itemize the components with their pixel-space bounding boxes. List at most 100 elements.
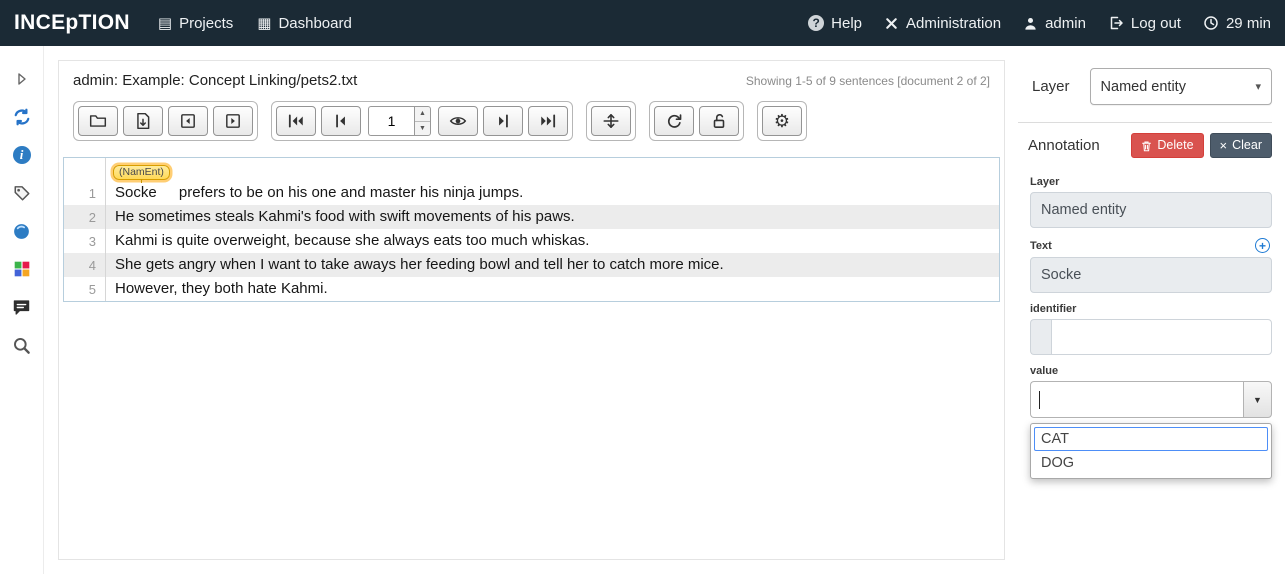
annotation-label[interactable]: (NamEnt): [113, 165, 170, 180]
nav-projects[interactable]: ▤ Projects: [158, 15, 233, 32]
grid-icon: ▦: [257, 16, 271, 31]
folder-open-icon: [89, 112, 107, 130]
field-text-input: [1030, 257, 1272, 293]
annotation-header: Annotation Delete × Clear: [1018, 133, 1272, 164]
tag-icon: [13, 184, 31, 202]
last-page-button[interactable]: [528, 106, 568, 136]
prev-doc-icon: [179, 112, 197, 130]
next-page-button[interactable]: [483, 106, 523, 136]
next-doc-icon: [224, 112, 242, 130]
image-panel-button[interactable]: [9, 256, 35, 282]
value-combobox-input[interactable]: [1030, 381, 1243, 418]
tagsets-button[interactable]: [9, 180, 35, 206]
comments-button[interactable]: [9, 294, 35, 320]
sentence-text[interactable]: (NamEnt)Socke prefers to be on his one a…: [106, 160, 531, 205]
nav-administration-label: Administration: [906, 15, 1001, 32]
trash-icon: [1141, 140, 1152, 152]
feature-fields: Layer Text + identifier value ▼: [1018, 164, 1272, 479]
nav-help[interactable]: ? Help: [808, 15, 862, 32]
reset-document-button[interactable]: [654, 106, 694, 136]
previous-page-button[interactable]: [321, 106, 361, 136]
search-sidebar-button[interactable]: [9, 332, 35, 358]
center-selection-button[interactable]: [591, 106, 631, 136]
line-number: 4: [64, 253, 106, 277]
app-logo[interactable]: INCEpTION: [14, 11, 130, 35]
line-number: 1: [64, 158, 106, 205]
add-link-button[interactable]: +: [1255, 238, 1270, 253]
token-socke[interactable]: Socke: [115, 184, 157, 201]
option-cat[interactable]: CAT: [1034, 427, 1268, 451]
nav-dashboard[interactable]: ▦ Dashboard: [257, 15, 352, 32]
field-identifier-label: identifier: [1030, 303, 1272, 315]
layer-select-label: Layer: [1032, 78, 1070, 95]
sentence-text[interactable]: Kahmi is quite overweight, because she a…: [106, 230, 597, 253]
annotated-token[interactable]: (NamEnt)Socke: [115, 184, 161, 201]
annotation-editor[interactable]: 1 (NamEnt)Socke prefers to be on his one…: [63, 157, 1000, 302]
visibility-button[interactable]: [438, 106, 478, 136]
sentence-row-4: 4 She gets angry when I want to take awa…: [64, 253, 999, 277]
value-combobox: ▼: [1030, 381, 1272, 418]
line-number: 5: [64, 277, 106, 301]
first-page-button[interactable]: [276, 106, 316, 136]
previous-document-button[interactable]: [168, 106, 208, 136]
value-dropdown-button[interactable]: ▼: [1243, 381, 1272, 418]
option-dog[interactable]: DOG: [1034, 451, 1268, 475]
nav-logout-label: Log out: [1131, 15, 1181, 32]
next-document-button[interactable]: [213, 106, 253, 136]
finish-document-button[interactable]: [699, 106, 739, 136]
layer-select[interactable]: Named entity ▾: [1090, 68, 1272, 105]
nav-logout[interactable]: Log out: [1108, 15, 1181, 32]
color-squares-icon: [13, 260, 31, 278]
pin-arrows-icon: [602, 112, 620, 130]
field-text-label-row: Text +: [1030, 238, 1270, 253]
page-stepper-up[interactable]: ▲: [415, 107, 430, 122]
archive-icon: ▤: [158, 16, 172, 31]
tools-icon: [884, 16, 899, 31]
sentence-text[interactable]: He sometimes steals Kahmi's food with sw…: [106, 206, 583, 229]
nav-administration[interactable]: Administration: [884, 15, 1001, 32]
line-number: 3: [64, 229, 106, 253]
entity-linking-button[interactable]: [9, 218, 35, 244]
x-icon: ×: [1220, 139, 1228, 152]
help-icon: ?: [808, 15, 824, 31]
settings-button[interactable]: ⚙: [762, 106, 802, 136]
step-backward-icon: [332, 112, 350, 130]
session-timer-label: 29 min: [1226, 15, 1271, 32]
sentence-rest[interactable]: prefers to be on his one and master his …: [179, 184, 523, 201]
layer-select-value: Named entity: [1101, 79, 1186, 95]
recycle-icon: [665, 112, 683, 130]
session-timer: 29 min: [1203, 15, 1271, 32]
page-number-input[interactable]: [368, 106, 414, 136]
page-stepper: ▲ ▼: [414, 106, 431, 136]
open-document-button[interactable]: [78, 106, 118, 136]
nav-left: ▤ Projects ▦ Dashboard: [158, 15, 352, 32]
unlock-icon: [710, 112, 728, 130]
field-text-label: Text: [1030, 240, 1052, 252]
sentence-text[interactable]: However, they both hate Kahmi.: [106, 278, 336, 301]
identifier-input[interactable]: [1051, 319, 1272, 355]
page-stepper-down[interactable]: ▼: [415, 122, 430, 136]
eye-icon: [449, 112, 467, 130]
sentence-range-status: Showing 1-5 of 9 sentences [document 2 o…: [746, 74, 990, 88]
value-dropdown-list: CAT DOG: [1030, 423, 1272, 479]
document-info-button[interactable]: i: [9, 142, 35, 168]
expand-sidebar-button[interactable]: [9, 66, 35, 92]
nav-user[interactable]: admin: [1023, 15, 1086, 32]
export-document-button[interactable]: [123, 106, 163, 136]
line-number: 2: [64, 205, 106, 229]
identifier-field-group: [1030, 319, 1272, 355]
caret-down-icon: ▾: [1255, 80, 1261, 93]
top-navbar: INCEpTION ▤ Projects ▦ Dashboard ? Help …: [0, 0, 1285, 46]
delete-annotation-button[interactable]: Delete: [1131, 133, 1203, 158]
recommendations-button[interactable]: [9, 104, 35, 130]
clear-button[interactable]: × Clear: [1210, 133, 1272, 158]
annotation-detail-panel: Layer Named entity ▾ Annotation Delete ×…: [1018, 60, 1272, 479]
sentence-row-1: 1 (NamEnt)Socke prefers to be on his one…: [64, 158, 999, 205]
file-export-icon: [134, 112, 152, 130]
skip-to-start-icon: [287, 112, 305, 130]
sentence-text[interactable]: She gets angry when I want to take aways…: [106, 254, 732, 277]
user-icon: [1023, 16, 1038, 31]
sync-icon: [12, 107, 32, 127]
clock-icon: [1203, 15, 1219, 31]
layer-select-row: Layer Named entity ▾: [1018, 60, 1272, 105]
